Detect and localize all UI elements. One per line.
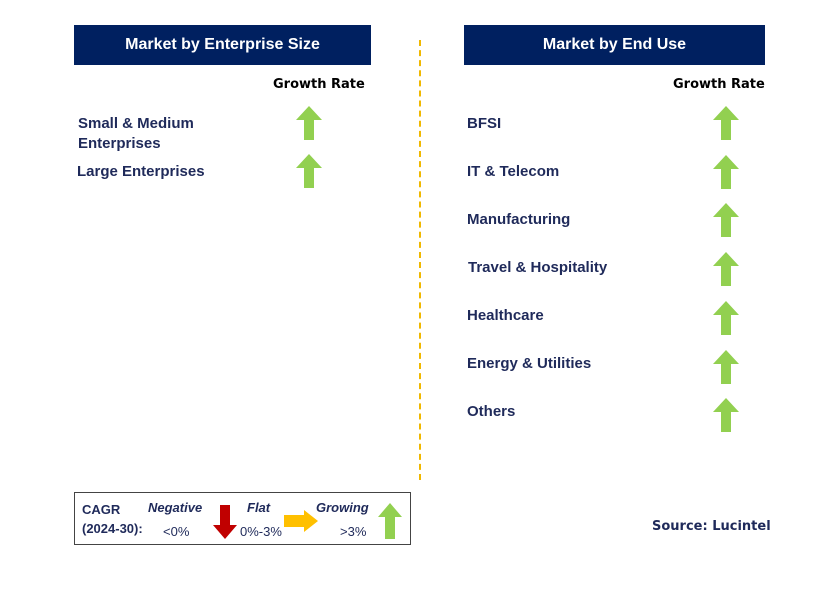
growth-up-arrow-icon: [296, 106, 322, 140]
enterprise-size-header: Market by Enterprise Size: [74, 25, 371, 65]
label-manufacturing: Manufacturing: [467, 211, 571, 228]
growth-up-arrow-icon: [713, 252, 739, 287]
label-bfsi: BFSI: [467, 115, 502, 132]
divider: [419, 40, 421, 480]
down-arrow-icon: [213, 505, 237, 539]
label-travel-hospitality: Travel & Hospitality: [468, 259, 608, 276]
end-use-header: Market by End Use: [464, 25, 765, 65]
growth-up-arrow-icon: [296, 154, 322, 188]
growth-up-arrow-icon: [713, 106, 739, 140]
growth-up-arrow-icon: [713, 398, 739, 433]
label-line-1: Small & Medium: [78, 115, 194, 132]
legend-flat: Flat: [247, 500, 271, 515]
growth-up-arrow-icon: [713, 300, 739, 335]
legend: CAGR (2024-30): Negative <0% Flat 0%-3% …: [74, 492, 411, 545]
legend-growing-range: >3%: [340, 524, 367, 539]
label-small-medium: Small & Medium Enterprises: [78, 114, 194, 154]
right-arrow-icon: [284, 510, 318, 532]
label-large-enterprises: Large Enterprises: [77, 163, 205, 180]
label-healthcare: Healthcare: [467, 307, 544, 324]
label-others: Others: [467, 403, 516, 420]
legend-growing: Growing: [316, 500, 369, 515]
legend-negative: Negative: [148, 500, 203, 515]
legend-cagr: CAGR: [82, 502, 121, 517]
label-energy-utilities: Energy & Utilities: [467, 355, 592, 372]
label-it-telecom: IT & Telecom: [467, 163, 560, 180]
source: Source: Lucintel: [652, 519, 771, 534]
label-line-2: Enterprises: [78, 135, 161, 152]
diagram: Market by Enterprise Size Market by End …: [0, 0, 824, 607]
left-growth-rate-header: Growth Rate: [273, 77, 365, 92]
right-growth-rate-header: Growth Rate: [673, 77, 765, 92]
legend-period: (2024-30):: [82, 521, 143, 536]
up-arrow-icon: [378, 503, 402, 539]
growth-up-arrow-icon: [713, 349, 739, 384]
legend-flat-range: 0%-3%: [240, 524, 282, 539]
growth-up-arrow-icon: [713, 203, 739, 238]
growth-up-arrow-icon: [713, 154, 739, 189]
legend-negative-range: <0%: [163, 524, 190, 539]
